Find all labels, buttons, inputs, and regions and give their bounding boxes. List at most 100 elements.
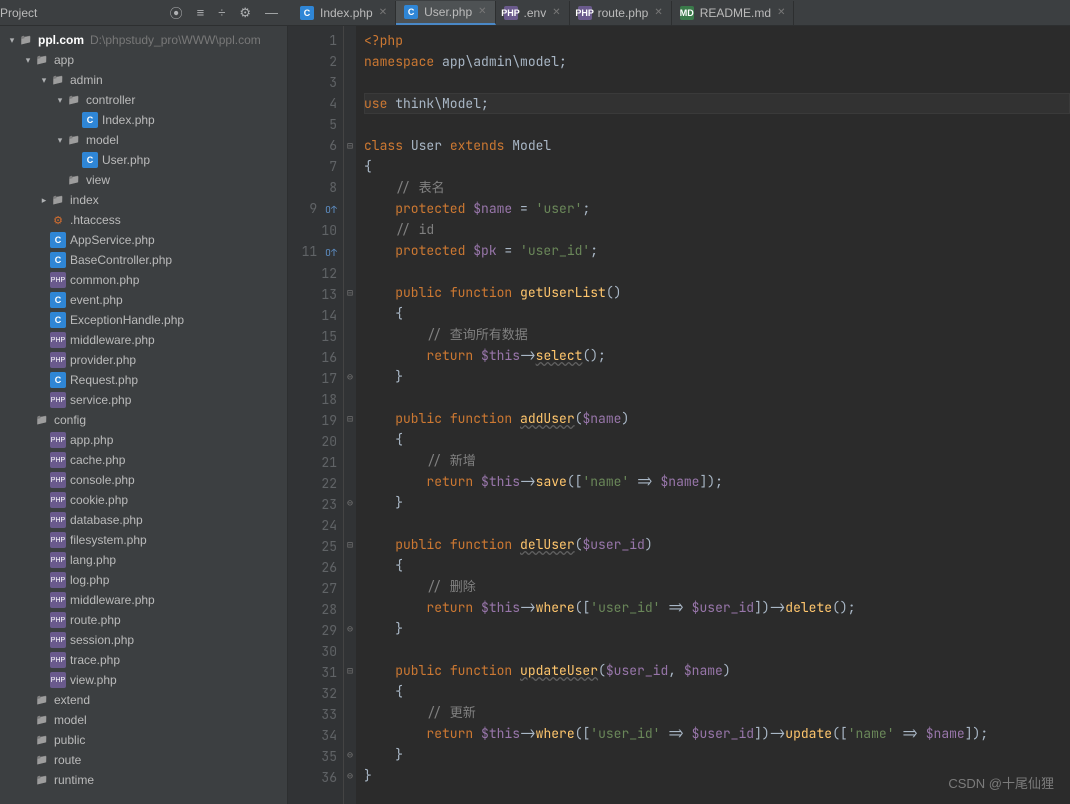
collapse-icon[interactable]: ≡ (197, 5, 205, 20)
close-icon[interactable]: ✕ (552, 7, 560, 18)
tree-item-database-php[interactable]: database.php (0, 510, 287, 530)
refresh-icon[interactable]: ÷ (218, 5, 225, 20)
code-line[interactable]: { (364, 303, 1070, 324)
tree-item-lang-php[interactable]: lang.php (0, 550, 287, 570)
tree-item-session-php[interactable]: session.php (0, 630, 287, 650)
code-line[interactable]: protected $pk = 'user_id'; (364, 240, 1070, 261)
code-line[interactable] (364, 114, 1070, 135)
tab-readme-md[interactable]: MDREADME.md✕ (672, 1, 795, 25)
tab-user-php[interactable]: CUser.php✕ (396, 1, 495, 25)
tree-item-route[interactable]: route (0, 750, 287, 770)
code-line[interactable]: } (364, 744, 1070, 765)
tree-item-event-php[interactable]: event.php (0, 290, 287, 310)
code-line[interactable]: // 删除 (364, 576, 1070, 597)
code-line[interactable]: { (364, 429, 1070, 450)
fold-marker[interactable]: ⊟ (344, 660, 356, 681)
code-area[interactable]: <?phpnamespace app\admin\model;use think… (356, 26, 1070, 804)
code-line[interactable]: // id (364, 219, 1070, 240)
tree-item-admin[interactable]: ▾admin (0, 70, 287, 90)
tree-item-filesystem-php[interactable]: filesystem.php (0, 530, 287, 550)
tree-item-app[interactable]: ▾app (0, 50, 287, 70)
close-icon[interactable]: ✕ (654, 7, 662, 18)
code-line[interactable]: protected $name = 'user'; (364, 198, 1070, 219)
gear-icon[interactable]: ⚙ (239, 5, 251, 21)
tree-item-console-php[interactable]: console.php (0, 470, 287, 490)
target-icon[interactable]: ⦿ (170, 3, 183, 22)
editor[interactable]: 123456789 O↑1011 O↑121314151617181920212… (288, 26, 1070, 804)
code-line[interactable]: use think\Model; (364, 93, 1070, 114)
code-line[interactable]: public function addUser($name) (364, 408, 1070, 429)
code-line[interactable]: // 表名 (364, 177, 1070, 198)
code-line[interactable]: { (364, 156, 1070, 177)
code-line[interactable]: public function delUser($user_id) (364, 534, 1070, 555)
tree-item-ppl-com[interactable]: ▾ppl.comD:\phpstudy_pro\WWW\ppl.com (0, 30, 287, 50)
code-line[interactable]: // 更新 (364, 702, 1070, 723)
tree-item-public[interactable]: public (0, 730, 287, 750)
code-line[interactable] (364, 261, 1070, 282)
tree-item-basecontroller-php[interactable]: BaseController.php (0, 250, 287, 270)
tree-item-index[interactable]: ▸index (0, 190, 287, 210)
code-line[interactable]: return $this->save(['name' => $name]); (364, 471, 1070, 492)
tree-item-service-php[interactable]: service.php (0, 390, 287, 410)
tree-item-exceptionhandle-php[interactable]: ExceptionHandle.php (0, 310, 287, 330)
tree-item-view-php[interactable]: view.php (0, 670, 287, 690)
code-line[interactable]: { (364, 555, 1070, 576)
tree-item-middleware-php[interactable]: middleware.php (0, 590, 287, 610)
code-line[interactable] (364, 387, 1070, 408)
tab-route-php[interactable]: PHProute.php✕ (570, 1, 672, 25)
tree-item-index-php[interactable]: Index.php (0, 110, 287, 130)
code-line[interactable]: } (364, 492, 1070, 513)
tree-item-route-php[interactable]: route.php (0, 610, 287, 630)
tree-item-runtime[interactable]: runtime (0, 770, 287, 790)
code-line[interactable]: namespace app\admin\model; (364, 51, 1070, 72)
tree-item-config[interactable]: config (0, 410, 287, 430)
tree-item-model[interactable]: ▾model (0, 130, 287, 150)
code-line[interactable]: // 新增 (364, 450, 1070, 471)
code-line[interactable]: return $this->where(['user_id' => $user_… (364, 597, 1070, 618)
code-line[interactable]: return $this->select(); (364, 345, 1070, 366)
code-line[interactable]: class User extends Model (364, 135, 1070, 156)
minimize-icon[interactable]: — (265, 5, 278, 20)
chevron-icon[interactable]: ▾ (6, 35, 18, 46)
fold-marker[interactable]: ⊖ (344, 366, 356, 387)
tree-item-view[interactable]: view (0, 170, 287, 190)
code-line[interactable]: } (364, 618, 1070, 639)
chevron-icon[interactable]: ▾ (54, 135, 66, 146)
tree-item-common-php[interactable]: common.php (0, 270, 287, 290)
tree-item-log-php[interactable]: log.php (0, 570, 287, 590)
tree-item--htaccess[interactable]: .htaccess (0, 210, 287, 230)
code-line[interactable] (364, 639, 1070, 660)
tree-item-extend[interactable]: extend (0, 690, 287, 710)
tab--env[interactable]: PHP.env✕ (496, 1, 570, 25)
tree-item-trace-php[interactable]: trace.php (0, 650, 287, 670)
tree-item-controller[interactable]: ▾controller (0, 90, 287, 110)
code-line[interactable]: public function getUserList() (364, 282, 1070, 303)
fold-marker[interactable]: ⊖ (344, 492, 356, 513)
tree-item-app-php[interactable]: app.php (0, 430, 287, 450)
tree-item-middleware-php[interactable]: middleware.php (0, 330, 287, 350)
chevron-icon[interactable]: ▾ (54, 95, 66, 106)
code-line[interactable]: // 查询所有数据 (364, 324, 1070, 345)
tab-index-php[interactable]: CIndex.php✕ (292, 1, 396, 25)
code-line[interactable] (364, 72, 1070, 93)
code-line[interactable]: public function updateUser($user_id, $na… (364, 660, 1070, 681)
fold-marker[interactable]: ⊟ (344, 534, 356, 555)
code-line[interactable]: return $this->where(['user_id' => $user_… (364, 723, 1070, 744)
fold-marker[interactable]: ⊖ (344, 744, 356, 765)
project-tree[interactable]: ▾ppl.comD:\phpstudy_pro\WWW\ppl.com▾app▾… (0, 26, 288, 804)
close-icon[interactable]: ✕ (478, 6, 486, 17)
tree-item-cookie-php[interactable]: cookie.php (0, 490, 287, 510)
close-icon[interactable]: ✕ (777, 7, 785, 18)
tree-item-user-php[interactable]: User.php (0, 150, 287, 170)
code-line[interactable] (364, 513, 1070, 534)
chevron-icon[interactable]: ▾ (22, 55, 34, 66)
fold-marker[interactable]: ⊖ (344, 618, 356, 639)
chevron-icon[interactable]: ▸ (38, 195, 50, 206)
fold-marker[interactable]: ⊟ (344, 135, 356, 156)
code-line[interactable]: } (364, 366, 1070, 387)
tree-item-model[interactable]: model (0, 710, 287, 730)
tree-item-request-php[interactable]: Request.php (0, 370, 287, 390)
fold-marker[interactable]: ⊟ (344, 282, 356, 303)
fold-marker[interactable]: ⊖ (344, 765, 356, 786)
close-icon[interactable]: ✕ (379, 7, 387, 18)
